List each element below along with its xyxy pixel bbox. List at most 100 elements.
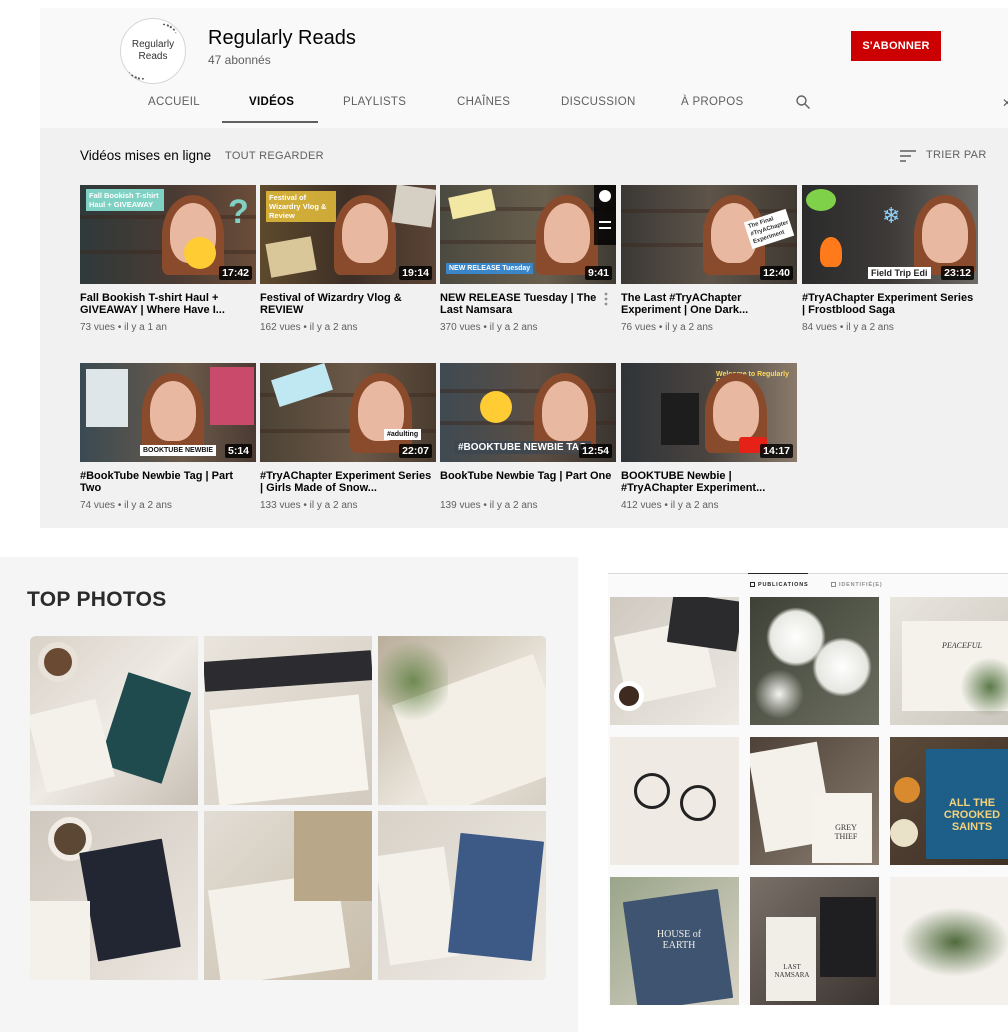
meta-separator: • [303, 322, 307, 333]
video-card[interactable]: ❄ Field Trip Edi 23:12 #TryAChapter Expe… [802, 185, 978, 333]
youtube-channel-panel: Regularly Reads Regularly Reads 47 abonn… [40, 8, 1008, 528]
video-card[interactable]: BOOKTUBE NEWBIE 5:14 #BookTube Newbie Ta… [80, 363, 256, 511]
poster-icon [210, 367, 254, 425]
tab-publications[interactable]: PUBLICATIONS [750, 582, 808, 588]
book-text: PEACEFUL [942, 641, 982, 650]
video-meta: 370 vues • il y a 2 ans [440, 322, 616, 333]
post-tile[interactable] [890, 877, 1008, 1005]
meta-separator: • [839, 322, 844, 333]
video-meta: 76 vues • il y a 2 ans [621, 322, 797, 333]
video-duration: 22:07 [399, 444, 432, 458]
video-thumbnail[interactable]: NEW RELEASE Tuesday 9:41 [440, 185, 616, 284]
video-title[interactable]: Fall Bookish T-shirt Haul + GIVEAWAY | W… [80, 292, 256, 316]
video-meta: 133 vues • il y a 2 ans [260, 500, 436, 511]
book-icon [661, 393, 699, 445]
avatar-text-line2: Reads [138, 51, 168, 62]
video-title[interactable]: #TryAChapter Experiment Series | Girls M… [260, 470, 436, 494]
harry-potter-book-icon [265, 236, 317, 278]
close-icon[interactable]: ✕ [1002, 96, 1008, 110]
meta-separator: • [303, 500, 307, 511]
watch-later-overlay[interactable] [594, 185, 616, 245]
photo-tile[interactable] [204, 636, 372, 805]
post-tile[interactable]: GREY THIEF [750, 737, 879, 865]
photo-tile[interactable] [204, 811, 372, 980]
post-tile[interactable]: LAST NAMSARA [750, 877, 879, 1005]
photo-tile[interactable] [30, 636, 198, 805]
video-title[interactable]: NEW RELEASE Tuesday | The Last Namsara [440, 292, 598, 316]
post-tile[interactable] [750, 597, 879, 725]
video-thumbnail[interactable]: ❄ Field Trip Edi 23:12 [802, 185, 978, 284]
video-title[interactable]: BOOKTUBE Newbie | #TryAChapter Experimen… [621, 470, 797, 494]
video-thumbnail[interactable]: Festival of Wizardry Vlog & Review 19:14 [260, 185, 436, 284]
sort-button[interactable]: TRIER PAR [926, 149, 987, 161]
tab-a-propos[interactable]: À PROPOS [681, 96, 743, 108]
channel-name: Regularly Reads [208, 27, 356, 49]
section-title: Vidéos mises en ligne [80, 148, 212, 163]
video-duration: 23:12 [941, 266, 974, 280]
meta-separator: • [483, 322, 487, 333]
video-card[interactable]: Fall Bookish T-shirt Haul + GIVEAWAY ? 1… [80, 185, 256, 333]
photo-tile[interactable] [378, 811, 546, 980]
tab-chaines[interactable]: CHAÎNES [457, 96, 510, 108]
video-age: il y a 2 ans [124, 500, 172, 511]
video-thumbnail[interactable]: The Final #TryAChapter Experiment 12:40 [621, 185, 797, 284]
view-all-link[interactable]: TOUT REGARDER [225, 150, 324, 162]
video-age: il y a 2 ans [309, 500, 358, 511]
tab-identifie-label: IDENTIFIÉ(E) [839, 582, 883, 588]
tab-identifie[interactable]: IDENTIFIÉ(E) [831, 582, 883, 588]
subscribe-button[interactable]: S'ABONNER [851, 31, 941, 61]
video-meta: 73 vues • il y a 1 an [80, 322, 256, 333]
video-card[interactable]: Welcome to Regularly Reads 14:17 BOOKTUB… [621, 363, 797, 511]
thumbnail-caption: #BOOKTUBE NEWBIE TAG [454, 441, 591, 454]
thumbnail-caption: #adulting [384, 429, 422, 440]
book-text: ALL THE CROOKED SAINTS [943, 797, 1001, 833]
photo-tile[interactable] [378, 636, 546, 805]
video-card[interactable]: #adulting 22:07 #TryAChapter Experiment … [260, 363, 436, 511]
videos-section: Vidéos mises en ligne TOUT REGARDER TRIE… [40, 128, 1008, 528]
channel-avatar[interactable]: Regularly Reads [120, 18, 186, 84]
video-card[interactable]: NEW RELEASE Tuesday 9:41 NEW RELEASE Tue… [440, 185, 616, 333]
tab-divider [608, 573, 1008, 574]
tab-accueil[interactable]: ACCUEIL [148, 96, 200, 108]
tab-discussion[interactable]: DISCUSSION [561, 96, 636, 108]
photo-tile[interactable] [30, 811, 198, 980]
post-tile[interactable] [610, 737, 739, 865]
video-thumbnail[interactable]: #adulting 22:07 [260, 363, 436, 462]
video-thumbnail[interactable]: #BOOKTUBE NEWBIE TAG 12:54 [440, 363, 616, 462]
post-tile[interactable]: PEACEFUL [890, 597, 1008, 725]
book-text: LAST NAMSARA [774, 963, 810, 979]
video-thumbnail[interactable]: Welcome to Regularly Reads 14:17 [621, 363, 797, 462]
sort-icon[interactable] [900, 150, 916, 162]
snowflake-icon: ❄ [882, 203, 901, 228]
post-tile[interactable]: ALL THE CROOKED SAINTS [890, 737, 1008, 865]
meta-separator: • [117, 322, 122, 333]
post-tile[interactable]: HOUSE of EARTH [610, 877, 739, 1005]
video-age: il y a 2 ans [846, 322, 894, 333]
video-title[interactable]: BookTube Newbie Tag | Part One [440, 470, 616, 494]
video-meta: 412 vues • il y a 2 ans [621, 500, 797, 511]
question-mark-icon: ? [228, 193, 249, 231]
clock-icon[interactable] [599, 190, 611, 202]
search-icon[interactable] [795, 94, 811, 110]
video-views: 162 vues [260, 322, 301, 333]
video-title[interactable]: The Last #TryAChapter Experiment | One D… [621, 292, 797, 316]
video-card[interactable]: Festival of Wizardry Vlog & Review 19:14… [260, 185, 436, 333]
video-duration: 12:54 [579, 444, 612, 458]
video-thumbnail[interactable]: BOOKTUBE NEWBIE 5:14 [80, 363, 256, 462]
video-title[interactable]: #TryAChapter Experiment Series | Frostbl… [802, 292, 978, 316]
video-title[interactable]: Festival of Wizardry Vlog & REVIEW [260, 292, 436, 316]
more-options-icon[interactable] [604, 292, 608, 306]
video-age: il y a 2 ans [489, 322, 538, 333]
avatar-text: Regularly Reads [132, 39, 174, 63]
video-title[interactable]: #BookTube Newbie Tag | Part Two [80, 470, 256, 494]
video-duration: 14:17 [760, 444, 793, 458]
video-card[interactable]: #BOOKTUBE NEWBIE TAG 12:54 BookTube Newb… [440, 363, 616, 511]
tab-playlists[interactable]: PLAYLISTS [343, 96, 406, 108]
add-to-queue-icon[interactable] [599, 221, 611, 229]
active-tab-indicator [222, 121, 318, 123]
post-tile[interactable] [610, 597, 739, 725]
tab-videos[interactable]: VIDÉOS [249, 96, 294, 108]
video-thumbnail[interactable]: Fall Bookish T-shirt Haul + GIVEAWAY ? 1… [80, 185, 256, 284]
video-card[interactable]: The Final #TryAChapter Experiment 12:40 … [621, 185, 797, 333]
video-duration: 17:42 [219, 266, 252, 280]
